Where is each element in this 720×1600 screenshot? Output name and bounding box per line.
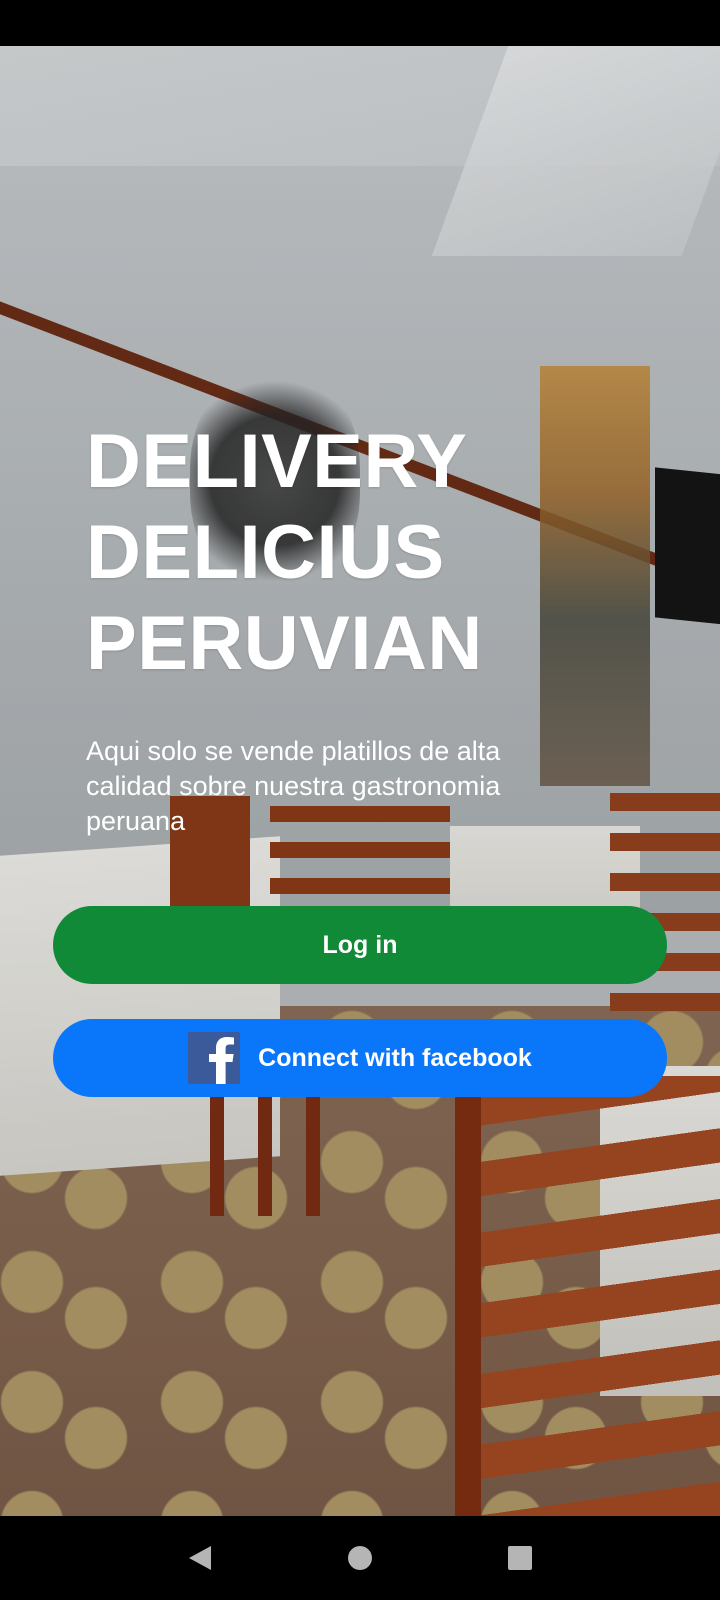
- login-button-label: Log in: [322, 930, 398, 959]
- facebook-connect-button[interactable]: Connect with facebook: [53, 1019, 667, 1097]
- headline-line-2: DELICIUS: [86, 510, 445, 595]
- home-circle-icon[interactable]: [330, 1528, 390, 1588]
- recents-square-icon[interactable]: [490, 1528, 550, 1588]
- subtitle: Aqui solo se vende platillos de alta cal…: [86, 736, 501, 836]
- login-button[interactable]: Log in: [53, 906, 667, 984]
- facebook-logo-icon: [188, 1032, 241, 1084]
- headline-line-3: PERUVIAN: [86, 601, 483, 686]
- headline: DELIVERY DELICIUS PERUVIAN: [86, 416, 646, 689]
- status-bar: [0, 0, 720, 46]
- welcome-screen: DELIVERY DELICIUS PERUVIAN Aqui solo se …: [0, 0, 720, 1600]
- system-navigation-bar: [0, 1516, 720, 1600]
- headline-line-1: DELIVERY: [86, 419, 468, 504]
- back-triangle-icon[interactable]: [170, 1528, 230, 1588]
- facebook-button-label: Connect with facebook: [258, 1043, 532, 1072]
